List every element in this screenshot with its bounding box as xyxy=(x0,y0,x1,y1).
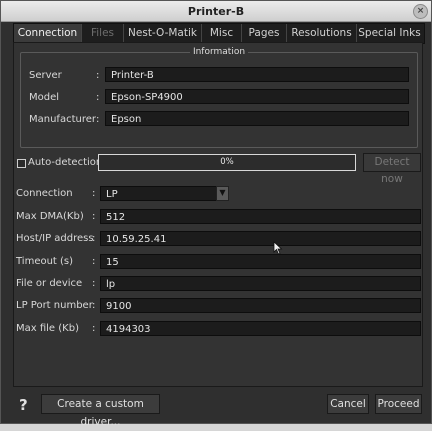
host-ip-colon: : xyxy=(92,233,96,244)
tab-bar: Connection Files Nest-O-Matik Misc Pages… xyxy=(13,23,425,44)
timeout-colon: : xyxy=(92,256,96,267)
auto-detection-label[interactable]: Auto-detection xyxy=(28,157,102,168)
host-ip-label: Host/IP address xyxy=(16,233,94,244)
max-dma-field[interactable]: 512 xyxy=(100,209,421,224)
model-colon: : xyxy=(96,92,100,103)
max-dma-label: Max DMA(Kb) xyxy=(16,211,84,222)
file-device-colon: : xyxy=(92,278,96,289)
lp-port-colon: : xyxy=(92,300,96,311)
manufacturer-label: Manufacturer xyxy=(29,114,96,125)
server-label: Server xyxy=(29,70,62,81)
file-device-field[interactable]: lp xyxy=(100,276,421,291)
connection-panel: Information Server : Printer-B Model : E… xyxy=(13,42,423,387)
printer-dialog-window: Printer-B × Connection Files Nest-O-Mati… xyxy=(0,0,432,428)
host-ip-field[interactable]: 10.59.25.41 xyxy=(100,231,421,246)
lp-port-field[interactable]: 9100 xyxy=(100,298,421,313)
tab-files: Files xyxy=(82,24,124,43)
connection-label: Connection xyxy=(16,188,73,199)
lp-port-label: LP Port number xyxy=(16,300,93,311)
information-title: Information xyxy=(189,47,249,57)
tab-nest-o-matik[interactable]: Nest-O-Matik xyxy=(124,24,202,43)
auto-detection-checkbox[interactable] xyxy=(17,159,26,168)
help-button[interactable]: ? xyxy=(19,396,28,414)
detection-progress-bar: 0% xyxy=(98,154,356,171)
close-icon[interactable]: × xyxy=(413,4,428,19)
tab-connection[interactable]: Connection xyxy=(14,24,82,43)
tab-resolutions[interactable]: Resolutions xyxy=(287,24,357,43)
max-file-colon: : xyxy=(92,323,96,334)
max-dma-colon: : xyxy=(92,211,96,222)
model-field[interactable]: Epson-SP4900 xyxy=(105,89,409,104)
max-file-field[interactable]: 4194303 xyxy=(100,321,421,336)
detect-now-button[interactable]: Detect now xyxy=(363,153,421,185)
proceed-button[interactable]: Proceed xyxy=(375,394,422,414)
title-bar[interactable]: Printer-B × xyxy=(1,1,431,22)
timeout-label: Timeout (s) xyxy=(16,256,74,267)
manufacturer-colon: : xyxy=(96,114,100,125)
information-group: Information Server : Printer-B Model : E… xyxy=(20,47,418,148)
server-field[interactable]: Printer-B xyxy=(105,67,409,82)
connection-colon: : xyxy=(92,188,96,199)
connection-select[interactable]: LP xyxy=(100,186,228,201)
timeout-field[interactable]: 15 xyxy=(100,254,421,269)
server-colon: : xyxy=(96,70,100,81)
tab-pages[interactable]: Pages xyxy=(242,24,287,43)
create-custom-driver-button[interactable]: Create a custom driver... xyxy=(41,394,160,428)
file-device-label: File or device xyxy=(16,278,83,289)
model-label: Model xyxy=(29,92,60,103)
mouse-cursor-icon xyxy=(273,241,283,255)
window-title: Printer-B xyxy=(187,4,245,18)
manufacturer-field[interactable]: Epson xyxy=(105,111,409,126)
cancel-button[interactable]: Cancel xyxy=(327,394,369,414)
max-file-label: Max file (Kb) xyxy=(16,323,79,334)
chevron-down-icon[interactable]: ▼ xyxy=(216,186,229,201)
tab-misc[interactable]: Misc xyxy=(202,24,242,43)
tab-special-inks[interactable]: Special Inks xyxy=(357,24,422,43)
